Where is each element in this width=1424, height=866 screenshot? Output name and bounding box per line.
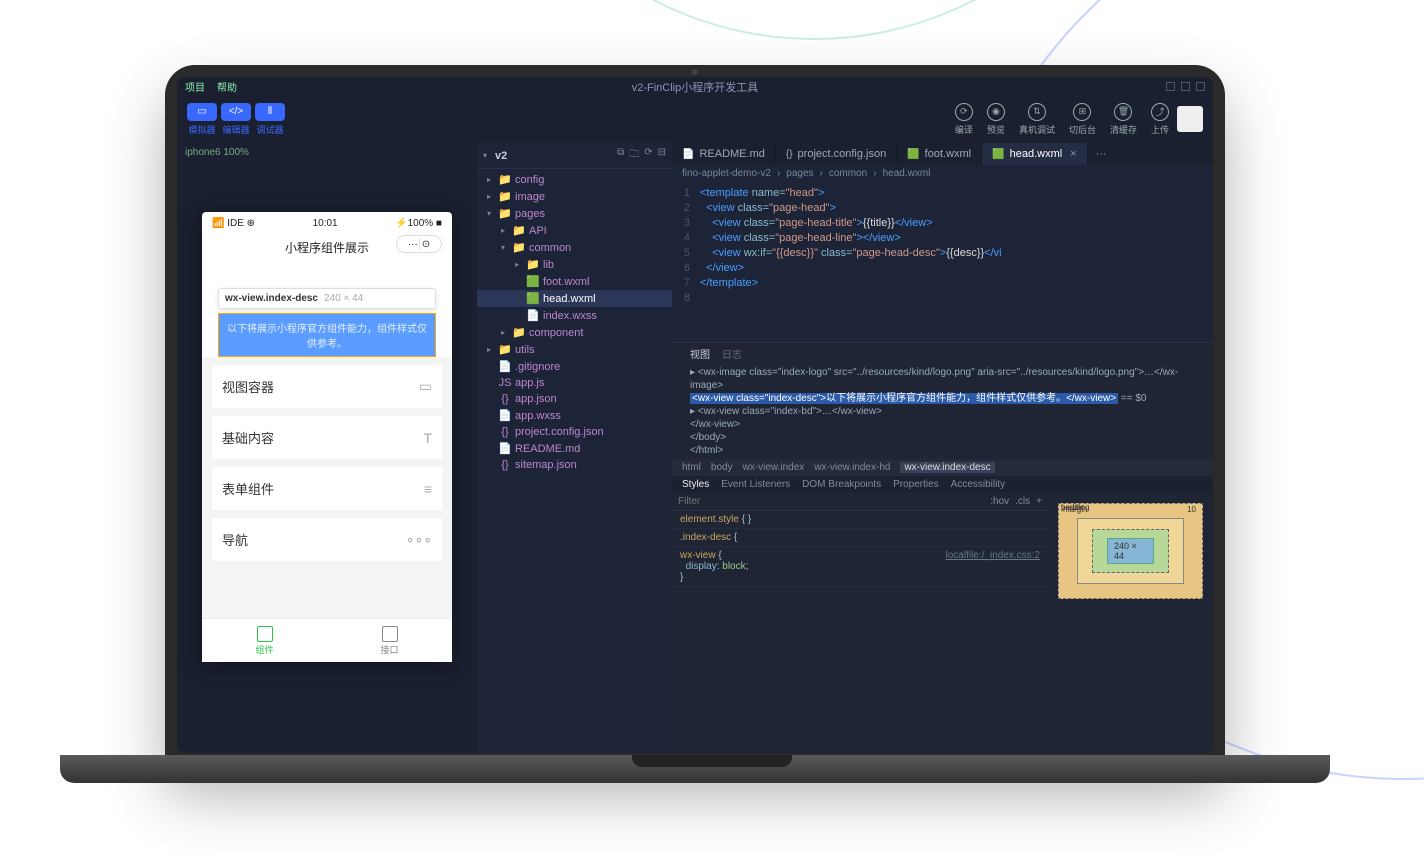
phone-simulator: 📶 IDE ⊕ 10:01 ⚡100% ■ 小程序组件展示 ···⊙ wx-vi… [202, 212, 452, 662]
tree-.gitignore[interactable]: 📄.gitignore [477, 358, 672, 375]
tree-image[interactable]: ▸📁image [477, 188, 672, 205]
tree-README.md[interactable]: 📄README.md [477, 440, 672, 457]
menu-project[interactable]: 项目 [185, 79, 205, 94]
page-title: 小程序组件展示 [285, 241, 369, 255]
toolbar-上传[interactable]: ⤴上传 [1151, 103, 1169, 136]
devtools-panel: 视图日志 ▸ <wx-image class="index-logo" src=… [672, 342, 1213, 753]
box-model: margin 10 border padding 240 × 44 [1048, 493, 1213, 753]
toggle-simulator[interactable]: ▭ [187, 103, 217, 121]
win-min-icon[interactable] [1166, 82, 1175, 91]
refresh-icon[interactable]: ⟳ [644, 147, 652, 164]
win-close-icon[interactable] [1196, 82, 1205, 91]
styles-panel[interactable]: :hov.cls+ element.style { }.index-desc {… [672, 493, 1048, 753]
file-explorer: ▾ v2 ⧉ 🗀 ⟳ ⊟ ▸📁config▸📁image▾📁pages▸📁API… [477, 143, 672, 753]
toolbar-编译[interactable]: ⟳编译 [955, 103, 973, 136]
new-folder-icon[interactable]: 🗀 [629, 147, 639, 164]
tabs-more-icon[interactable]: ··· [1088, 148, 1115, 160]
simulator-panel: iphone6 100% 📶 IDE ⊕ 10:01 ⚡100% ■ 小程序组件… [177, 143, 477, 753]
laptop-frame: 项目 帮助 v2-FinClip小程序开发工具 ▭ </> ⫴ 模拟器编辑器调试… [165, 65, 1225, 765]
toolbar-切后台[interactable]: ⊞切后台 [1069, 103, 1096, 136]
editor-panel: 📄README.md{}project.config.json🟩foot.wxm… [672, 143, 1213, 753]
card-item[interactable]: 基础内容T [212, 416, 442, 459]
tree-API[interactable]: ▸📁API [477, 222, 672, 239]
toolbar-真机调试[interactable]: ⇅真机调试 [1019, 103, 1055, 136]
status-signal: 📶 IDE ⊕ [212, 218, 255, 229]
toolbar-清缓存[interactable]: 🗑清缓存 [1110, 103, 1137, 136]
new-file-icon[interactable]: ⧉ [617, 147, 624, 164]
tab-接口[interactable]: 接口 [327, 619, 452, 662]
code-editor[interactable]: 1<template name="head">2 <view class="pa… [672, 182, 1213, 342]
tree-app.js[interactable]: JSapp.js [477, 375, 672, 391]
tree-component[interactable]: ▸📁component [477, 324, 672, 341]
simulator-device-label[interactable]: iphone6 100% [177, 143, 477, 162]
toolbar-预览[interactable]: ◉预览 [987, 103, 1005, 136]
card-item[interactable]: 表单组件≡ [212, 467, 442, 510]
status-time: 10:01 [313, 218, 338, 229]
tree-sitemap.json[interactable]: {}sitemap.json [477, 457, 672, 473]
tab-组件[interactable]: 组件 [202, 619, 327, 662]
camera-dot [692, 69, 698, 75]
project-root[interactable]: v2 [495, 150, 507, 162]
capsule-button[interactable]: ···⊙ [396, 235, 442, 253]
menu-help[interactable]: 帮助 [217, 79, 237, 94]
menu-bar: 项目 帮助 [177, 77, 1213, 95]
editor-tab[interactable]: 🟩head.wxml× [982, 143, 1087, 165]
dom-tree[interactable]: ▸ <wx-image class="index-logo" src="../r… [672, 364, 1213, 459]
editor-tab[interactable]: 🟩foot.wxml [897, 143, 982, 165]
tree-app.wxss[interactable]: 📄app.wxss [477, 407, 672, 424]
collapse-icon[interactable]: ⊟ [658, 147, 666, 164]
status-battery: ⚡100% ■ [395, 218, 442, 229]
card-item[interactable]: 导航∘∘∘ [212, 518, 442, 561]
tree-head.wxml[interactable]: 🟩head.wxml [477, 290, 672, 307]
toolbar: ▭ </> ⫴ 模拟器编辑器调试器 ⟳编译◉预览⇅真机调试⊞切后台🗑清缓存⤴上传 [177, 95, 1213, 143]
toggle-editor[interactable]: </> [221, 103, 251, 121]
highlighted-element[interactable]: 以下将展示小程序官方组件能力，组件样式仅供参考。 [218, 313, 436, 357]
tree-common[interactable]: ▾📁common [477, 239, 672, 256]
card-item[interactable]: 视图容器▭ [212, 365, 442, 408]
styles-filter-input[interactable] [672, 493, 984, 510]
laptop-notch [632, 755, 792, 767]
tree-foot.wxml[interactable]: 🟩foot.wxml [477, 273, 672, 290]
editor-tab[interactable]: 📄README.md [672, 143, 776, 165]
inspect-tooltip: wx-view.index-desc240 × 44 [218, 288, 436, 309]
tree-app.json[interactable]: {}app.json [477, 391, 672, 407]
ide-window: 项目 帮助 v2-FinClip小程序开发工具 ▭ </> ⫴ 模拟器编辑器调试… [177, 77, 1213, 753]
tree-utils[interactable]: ▸📁utils [477, 341, 672, 358]
tree-pages[interactable]: ▾📁pages [477, 205, 672, 222]
tree-project.config.json[interactable]: {}project.config.json [477, 424, 672, 440]
win-max-icon[interactable] [1181, 82, 1190, 91]
user-avatar[interactable] [1177, 106, 1203, 132]
editor-tab[interactable]: {}project.config.json [776, 143, 897, 165]
tree-lib[interactable]: ▸📁lib [477, 256, 672, 273]
tree-index.wxss[interactable]: 📄index.wxss [477, 307, 672, 324]
tree-config[interactable]: ▸📁config [477, 171, 672, 188]
toggle-debugger[interactable]: ⫴ [255, 103, 285, 121]
